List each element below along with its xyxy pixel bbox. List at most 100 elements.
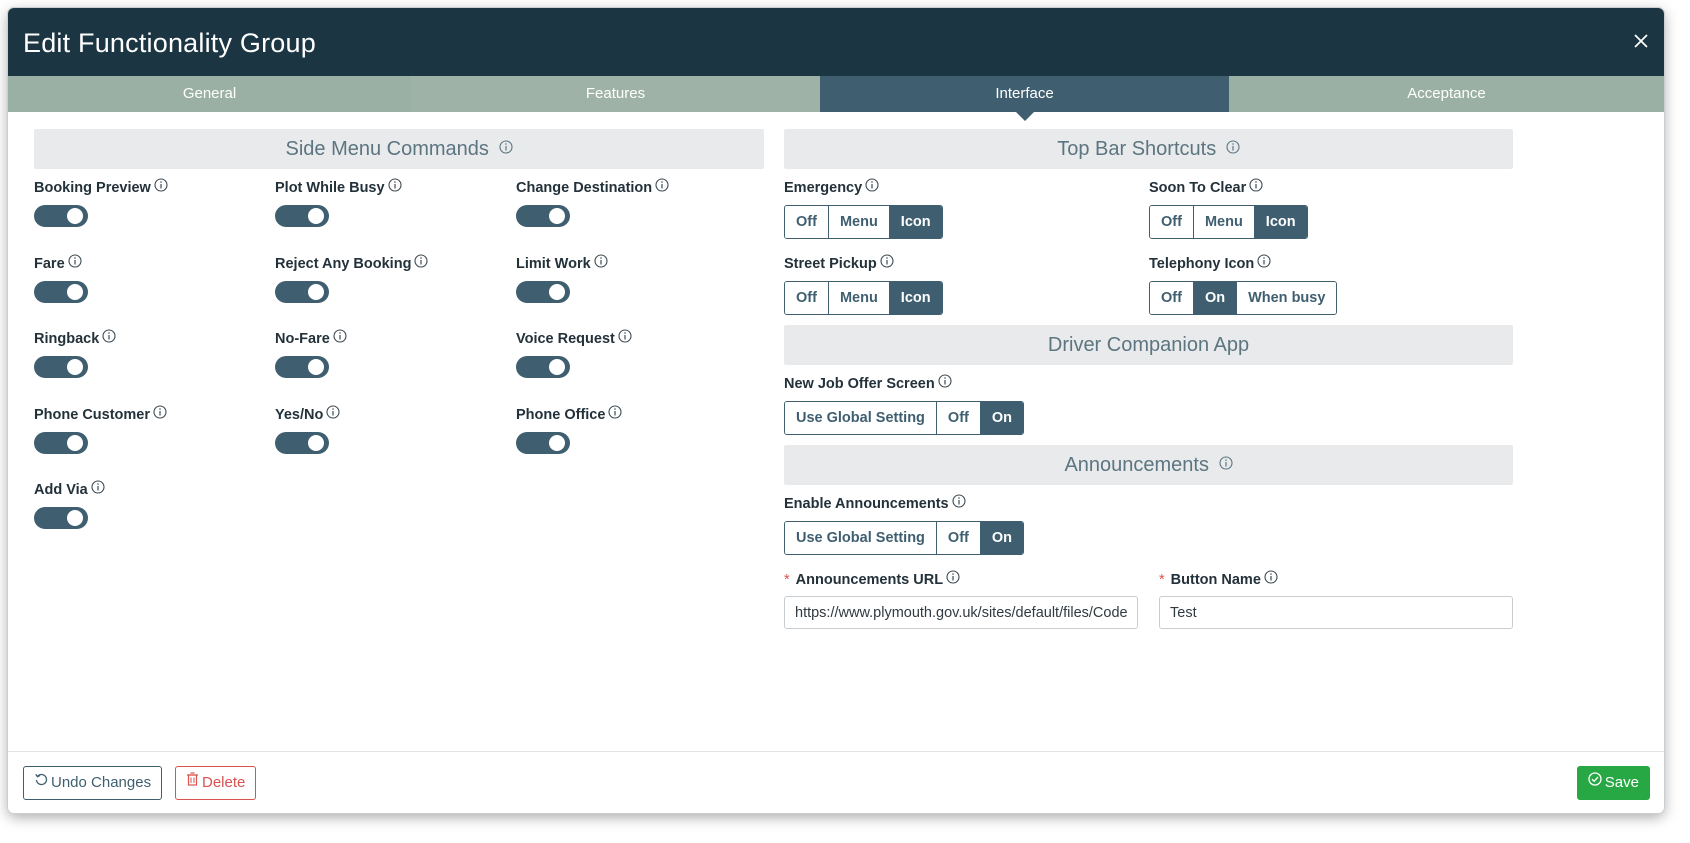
info-icon[interactable] — [1218, 444, 1233, 484]
toggle-knob — [549, 284, 565, 300]
info-icon[interactable] — [154, 178, 168, 196]
info-icon[interactable] — [153, 405, 167, 423]
close-button[interactable] — [1630, 30, 1652, 52]
telephony-option-on[interactable]: On — [1193, 282, 1238, 314]
street-pickup-option-icon[interactable]: Icon — [889, 282, 942, 314]
info-icon[interactable] — [952, 494, 966, 512]
yes-no-toggle[interactable] — [275, 432, 329, 454]
info-icon[interactable] — [333, 329, 347, 347]
plot-while-busy-toggle[interactable] — [275, 205, 329, 227]
announcements-title: Announcements — [1064, 454, 1209, 476]
announcements-url-input[interactable] — [784, 596, 1138, 629]
toggle-knob — [67, 359, 83, 375]
info-icon[interactable] — [326, 405, 340, 423]
check-circle-icon — [1588, 766, 1602, 798]
tab-acceptance[interactable]: Acceptance — [1229, 76, 1664, 112]
announcements-option-on[interactable]: On — [980, 522, 1023, 554]
soon-to-clear-option-off[interactable]: Off — [1150, 206, 1194, 238]
toggle-knob — [549, 435, 565, 451]
tab-general[interactable]: General — [8, 76, 411, 112]
info-icon[interactable] — [91, 480, 105, 498]
booking-preview-toggle[interactable] — [34, 205, 88, 227]
tab-bar: General Features Interface Acceptance — [8, 76, 1664, 121]
delete-button[interactable]: Delete — [175, 766, 257, 800]
change-destination-toggle[interactable] — [516, 205, 570, 227]
no-fare-toggle[interactable] — [275, 356, 329, 378]
save-label: Save — [1604, 774, 1639, 791]
toggle-knob — [67, 208, 83, 224]
phone-office-label: Phone Office — [516, 405, 622, 423]
phone-office-toggle[interactable] — [516, 432, 570, 454]
driver-companion-app-title: Driver Companion App — [1047, 334, 1250, 356]
toggle-knob — [308, 435, 324, 451]
soon-to-clear-option-icon[interactable]: Icon — [1254, 206, 1307, 238]
add-via-toggle[interactable] — [34, 507, 88, 529]
new-job-offer-option-on[interactable]: On — [980, 402, 1023, 434]
limit-work-label: Limit Work — [516, 254, 608, 272]
street-pickup-option-off[interactable]: Off — [785, 282, 829, 314]
soon-to-clear-option-menu[interactable]: Menu — [1193, 206, 1255, 238]
info-icon[interactable] — [414, 254, 428, 272]
fare-label: Fare — [34, 254, 82, 272]
announcements-url-label: * Announcements URL — [784, 570, 960, 588]
plot-while-busy-label: Plot While Busy — [275, 178, 402, 196]
soon-to-clear-label: Soon To Clear — [1149, 178, 1263, 196]
street-pickup-selector: Off Menu Icon — [784, 281, 943, 315]
tab-interface-label: Interface — [995, 85, 1054, 102]
reject-any-booking-label: Reject Any Booking — [275, 254, 428, 272]
info-icon[interactable] — [938, 374, 952, 392]
button-name-label: * Button Name — [1159, 570, 1278, 588]
emergency-option-menu[interactable]: Menu — [828, 206, 890, 238]
info-icon[interactable] — [1264, 570, 1278, 588]
limit-work-toggle[interactable] — [516, 281, 570, 303]
tab-interface[interactable]: Interface — [820, 76, 1229, 121]
undo-changes-button[interactable]: Undo Changes — [23, 766, 163, 800]
info-icon[interactable] — [865, 178, 879, 196]
info-icon[interactable] — [880, 254, 894, 272]
street-pickup-option-menu[interactable]: Menu — [828, 282, 890, 314]
undo-icon — [34, 766, 48, 798]
driver-companion-app-header: Driver Companion App — [784, 325, 1513, 365]
dialog-title: Edit Functionality Group — [23, 28, 316, 58]
info-icon[interactable] — [608, 405, 622, 423]
info-icon[interactable] — [102, 329, 116, 347]
emergency-option-off[interactable]: Off — [785, 206, 829, 238]
save-button[interactable]: Save — [1576, 766, 1650, 800]
reject-any-booking-toggle[interactable] — [275, 281, 329, 303]
info-icon[interactable] — [1249, 178, 1263, 196]
info-icon[interactable] — [946, 570, 960, 588]
info-icon[interactable] — [1257, 254, 1271, 272]
info-icon[interactable] — [618, 329, 632, 347]
add-via-label: Add Via — [34, 480, 105, 498]
info-icon[interactable] — [594, 254, 608, 272]
no-fare-label: No-Fare — [275, 329, 347, 347]
announcements-option-global[interactable]: Use Global Setting — [785, 522, 937, 554]
tab-features[interactable]: Features — [411, 76, 820, 112]
fare-toggle[interactable] — [34, 281, 88, 303]
required-marker: * — [1159, 572, 1165, 588]
button-name-input[interactable] — [1159, 596, 1513, 629]
new-job-offer-option-global[interactable]: Use Global Setting — [785, 402, 937, 434]
info-icon[interactable] — [655, 178, 669, 196]
ringback-toggle[interactable] — [34, 356, 88, 378]
info-icon[interactable] — [498, 128, 513, 168]
info-icon[interactable] — [1226, 128, 1240, 168]
new-job-offer-screen-selector: Use Global Setting Off On — [784, 401, 1024, 435]
toggle-knob — [67, 510, 83, 526]
emergency-option-icon[interactable]: Icon — [889, 206, 942, 238]
voice-request-toggle[interactable] — [516, 356, 570, 378]
toggle-knob — [67, 435, 83, 451]
new-job-offer-option-off[interactable]: Off — [936, 402, 981, 434]
phone-customer-toggle[interactable] — [34, 432, 88, 454]
enable-announcements-label: Enable Announcements — [784, 494, 966, 512]
toggle-knob — [549, 208, 565, 224]
announcements-header: Announcements — [784, 445, 1513, 485]
info-icon[interactable] — [68, 254, 82, 272]
yes-no-label: Yes/No — [275, 405, 340, 423]
telephony-option-off[interactable]: Off — [1150, 282, 1194, 314]
enable-announcements-selector: Use Global Setting Off On — [784, 521, 1024, 555]
top-bar-shortcuts-header: Top Bar Shortcuts — [784, 129, 1513, 169]
announcements-option-off[interactable]: Off — [936, 522, 981, 554]
info-icon[interactable] — [388, 178, 402, 196]
telephony-option-when-busy[interactable]: When busy — [1237, 282, 1337, 314]
